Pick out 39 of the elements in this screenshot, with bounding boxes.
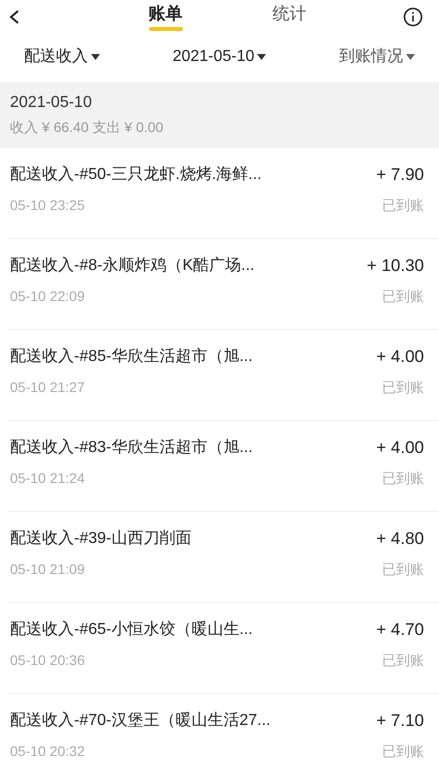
record-status: 已到账	[382, 469, 424, 488]
record-amount: + 4.70	[376, 619, 424, 641]
filter-dropdown[interactable]: 2021-05-10	[172, 45, 266, 69]
record-time: 05-10 20:32	[10, 742, 86, 761]
record-title: 配送收入-#39-山西刀削面	[10, 528, 192, 549]
record-status: 已到账	[382, 742, 424, 761]
caret-icon	[91, 54, 100, 60]
record-time: 05-10 23:25	[10, 196, 86, 215]
record-title: 配送收入-#8-永顺炸鸡（K酷广场...	[10, 256, 254, 276]
record-title: 配送收入-#50-三只龙虾.烧烤.海鲜...	[10, 164, 262, 185]
record-status: 已到账	[382, 287, 424, 306]
record-title: 配送收入-#70-汉堡王（暖山生活27...	[10, 710, 270, 731]
record-title: 配送收入-#65-小恒水饺（暖山生...	[10, 620, 253, 640]
record-time: 05-10 21:09	[10, 560, 86, 579]
info-icon[interactable]	[403, 7, 423, 27]
record-amount: + 10.30	[366, 255, 424, 277]
record-time: 05-10 21:27	[10, 378, 86, 397]
record-title: 配送收入-#85-华欣生活超市（旭...	[10, 346, 253, 367]
record-amount: + 7.10	[376, 710, 424, 732]
record-status: 已到账	[382, 560, 424, 579]
record-status: 已到账	[382, 378, 424, 397]
summary-date: 2021-05-10	[10, 93, 93, 113]
record-amount: + 4.80	[376, 528, 424, 550]
caret-icon	[406, 54, 415, 60]
filter-dropdown[interactable]: 配送收入	[24, 45, 100, 69]
record-amount: + 4.00	[376, 437, 424, 459]
record-status: 已到账	[382, 196, 424, 215]
record-time: 05-10 22:09	[10, 287, 86, 306]
filter-dropdown[interactable]: 到账情况	[339, 45, 415, 69]
record-time: 05-10 20:36	[10, 651, 86, 670]
summary-totals: 收入 ¥ 66.40 支出 ¥ 0.00	[10, 118, 164, 137]
record-status: 已到账	[382, 651, 424, 670]
tab[interactable]: 账单	[148, 3, 182, 31]
record-time: 05-10 21:24	[10, 469, 86, 488]
record-amount: + 7.90	[376, 164, 424, 186]
record-amount: + 4.00	[376, 346, 424, 368]
caret-icon	[257, 54, 266, 60]
tab[interactable]: 统计	[272, 3, 306, 31]
record-title: 配送收入-#83-华欣生活超市（旭...	[10, 438, 253, 458]
